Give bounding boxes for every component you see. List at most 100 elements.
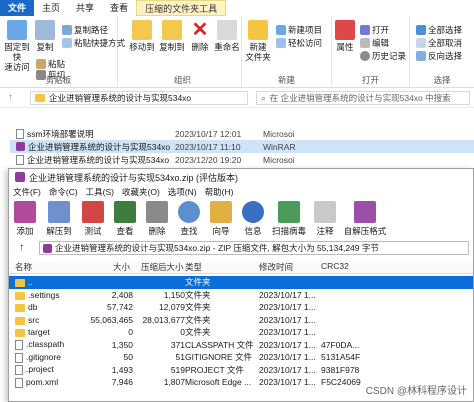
clipboard-group-label: 剪贴板 — [45, 75, 72, 85]
list-item[interactable]: 企业进销管理系统的设计与实现534xo 2023/12/20 19:20 Mic… — [10, 153, 474, 166]
cell-packed: 1,807 — [163, 377, 185, 388]
move-to-label: 移动到 — [129, 42, 155, 52]
file-type: Microsoi — [263, 154, 295, 165]
new-item-button[interactable]: 新建项目 — [276, 24, 322, 36]
col-name[interactable]: 名称 — [15, 261, 32, 273]
file-name: 企业进销管理系统的设计与实现534xo — [27, 154, 170, 165]
new-group-label: 新建 — [277, 75, 295, 85]
cell-type: GITIGNORE 文件 — [185, 352, 253, 363]
search-input[interactable]: ⌕ 在 企业进销管理系统的设计与实现534xo 中搜索 — [256, 91, 470, 105]
menu-help[interactable]: 帮助(H) — [201, 186, 238, 198]
cell-type: 文件夹 — [185, 327, 211, 338]
history-button[interactable]: 历史记录 — [360, 50, 406, 62]
table-row[interactable]: db 57,742 12,079 文件夹 2023/10/17 1... — [9, 301, 473, 314]
select-all-icon — [416, 25, 426, 35]
col-type[interactable]: 类型 — [185, 261, 202, 273]
copy-folder-icon — [162, 20, 182, 40]
view-book-icon — [114, 201, 136, 223]
col-size[interactable]: 大小 — [113, 261, 130, 273]
cell-modified: 2023/10/17 1... — [259, 352, 316, 363]
copy-to-button[interactable]: 复制到 — [158, 20, 186, 52]
row-name-text: target — [28, 327, 50, 338]
up-arrow-icon[interactable]: ↑ — [8, 92, 13, 103]
edit-button[interactable]: 编辑 — [360, 37, 389, 49]
list-item[interactable]: ssm环境部署说明 2023/10/17 12:01 Microsoi — [10, 127, 474, 140]
tab-view[interactable]: 查看 — [102, 0, 136, 16]
menu-commands[interactable]: 命令(C) — [45, 186, 82, 198]
copy-button[interactable]: 复制 — [34, 20, 56, 52]
sfx-button[interactable]: 自解压格式 — [341, 199, 389, 239]
scan-icon — [278, 201, 300, 223]
table-row[interactable]: .settings 2,408 1,150 文件夹 2023/10/17 1... — [9, 289, 473, 302]
add-button[interactable]: 添加 — [9, 199, 41, 239]
tab-file[interactable]: 文件 — [0, 0, 35, 16]
extract-to-button[interactable]: 解压到 — [41, 199, 77, 239]
menu-options[interactable]: 选项(N) — [164, 186, 201, 198]
rename-icon — [217, 20, 237, 40]
info-button[interactable]: 信息 — [237, 199, 269, 239]
easy-access-button[interactable]: 轻松访问 — [276, 37, 322, 49]
copy-path-button[interactable]: 复制路径 — [62, 24, 108, 36]
rename-label: 重命名 — [214, 42, 240, 52]
menu-file[interactable]: 文件(F) — [9, 186, 45, 198]
virus-scan-button[interactable]: 扫描病毒 — [269, 199, 309, 239]
cell-name: pom.xml — [15, 377, 58, 388]
invert-selection-icon — [416, 51, 426, 61]
view-button[interactable]: 查看 — [109, 199, 141, 239]
file-icon — [15, 377, 23, 388]
invert-selection-button[interactable]: 反向选择 — [416, 50, 462, 62]
copy-path-label: 复制路径 — [74, 25, 109, 35]
select-all-label: 全部选择 — [428, 25, 463, 35]
delete-button[interactable]: ✕ 删除 — [188, 20, 212, 52]
table-row[interactable]: .project 1,493 519 PROJECT 文件 2023/10/17 1..… — [9, 364, 473, 377]
menu-favorites[interactable]: 收藏夹(O) — [118, 186, 164, 198]
tab-compressed-tools[interactable]: 压缩的文件夹工具 — [136, 0, 227, 16]
table-row[interactable]: .gitignore 50 51 GITIGNORE 文件 2023/10/17 1..… — [9, 351, 473, 364]
list-item[interactable]: 企业进销管理系统的设计与实现534xo 2023/10/17 11:10 Win… — [10, 140, 474, 153]
rename-button[interactable]: 重命名 — [214, 20, 240, 52]
open-button[interactable]: 打开 — [360, 24, 389, 36]
tab-home[interactable]: 主页 — [34, 0, 68, 16]
cell-name: db — [15, 302, 37, 312]
row-name-text: src — [28, 314, 40, 325]
cell-name: .gitignore — [15, 352, 61, 363]
col-packed[interactable]: 压缩后大小 — [141, 261, 184, 273]
comment-button[interactable]: 注释 — [309, 199, 341, 239]
archive-path-bar[interactable]: 企业进销管理系统的设计与实现534xo.zip - ZIP 压缩文件, 解包大小… — [39, 241, 469, 255]
comment-icon — [314, 201, 336, 223]
up-folder-icon[interactable]: ↑ — [19, 242, 24, 253]
wizard-button[interactable]: 向导 — [205, 199, 237, 239]
move-to-button[interactable]: 移动到 — [128, 20, 156, 52]
select-none-icon — [416, 38, 426, 48]
folder-icon — [15, 304, 25, 312]
info-label: 信息 — [244, 226, 262, 236]
table-row[interactable]: .classpath 1,350 371 CLASSPATH 文件 2023/10/17… — [9, 339, 473, 352]
select-all-button[interactable]: 全部选择 — [416, 24, 462, 36]
folder-icon — [15, 316, 25, 325]
menu-tools[interactable]: 工具(S) — [82, 186, 118, 198]
properties-button[interactable]: 属性 — [332, 20, 358, 52]
delete-button[interactable]: 删除 — [141, 199, 173, 239]
pin-quick-access-button[interactable]: 固定到快 速访问 — [2, 20, 32, 72]
select-none-button[interactable]: 全部取消 — [416, 37, 462, 49]
address-bar[interactable]: 企业进销管理系统的设计与实现534xo — [30, 91, 248, 105]
col-modified[interactable]: 修改时间 — [259, 261, 293, 273]
watermark: CSDN @林科程序设计 — [365, 386, 467, 397]
cell-modified: 2023/10/17 1... — [259, 327, 316, 338]
winrar-title: 企业进销管理系统的设计与实现534xo.zip (评估版本) — [29, 172, 239, 183]
new-folder-button[interactable]: 新建 文件夹 — [244, 20, 272, 62]
row-name-text: pom.xml — [26, 376, 59, 387]
table-row[interactable]: src 55,063,465 28,013,677 文件夹 2023/10/17 1..… — [9, 314, 473, 327]
invert-selection-label: 反向选择 — [428, 51, 463, 61]
file-name: 企业进销管理系统的设计与实现534xo — [28, 141, 171, 152]
find-button[interactable]: 查找 — [173, 199, 205, 239]
open-label: 打开 — [372, 25, 390, 35]
test-button[interactable]: 测试 — [77, 199, 109, 239]
address-bar-area: ↑ 企业进销管理系统的设计与实现534xo ⌕ 在 企业进销管理系统的设计与实现… — [0, 88, 474, 108]
col-crc[interactable]: CRC32 — [321, 261, 349, 271]
table-row[interactable]: .. 文件夹 — [9, 276, 473, 289]
paste-shortcut-button[interactable]: 粘贴快捷方式 — [62, 37, 125, 49]
table-row[interactable]: target 0 0 文件夹 2023/10/17 1... — [9, 326, 473, 339]
add-archive-icon — [14, 201, 36, 223]
tab-share[interactable]: 共享 — [68, 0, 102, 16]
